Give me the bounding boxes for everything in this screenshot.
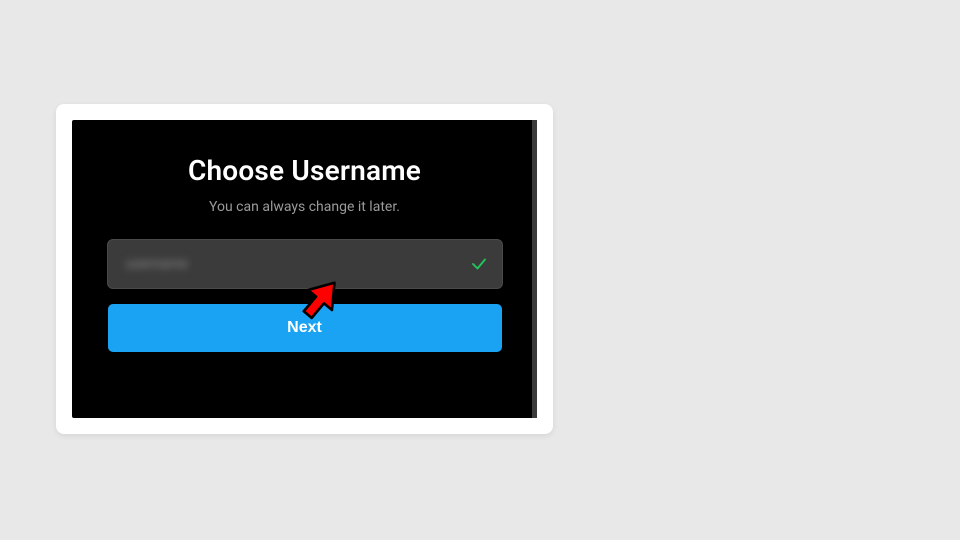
username-dialog: Choose Username You can always change it… bbox=[72, 120, 537, 418]
next-button-label: Next bbox=[287, 319, 322, 337]
screenshot-card: Choose Username You can always change it… bbox=[56, 104, 553, 434]
checkmark-icon bbox=[470, 255, 488, 273]
username-input[interactable]: username bbox=[107, 239, 503, 289]
dialog-title: Choose Username bbox=[188, 154, 421, 187]
next-button[interactable]: Next bbox=[107, 303, 503, 353]
username-value: username bbox=[126, 256, 188, 272]
dialog-subtitle: You can always change it later. bbox=[209, 199, 400, 215]
